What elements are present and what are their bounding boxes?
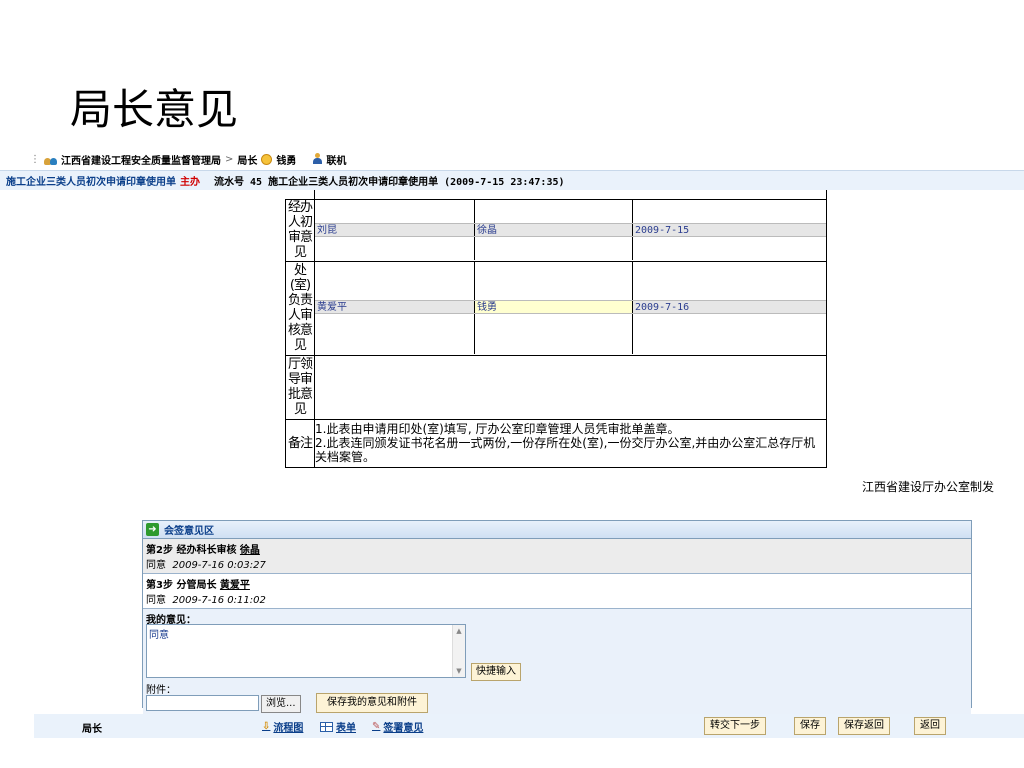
user-face-icon	[261, 153, 273, 165]
form-top-strip	[285, 190, 827, 200]
panel-header: ➜ 会签意见区	[143, 521, 971, 539]
note-line-2: 2.此表连同颁发证书花名册一式两份,一份存所在处(室),一份交厅办公室,并由办公…	[315, 436, 816, 464]
online-status[interactable]: 联机	[326, 152, 346, 167]
approval-form-table: 经办人初审意见 刘昆 徐晶 2009-7-15 处(室)负责人审核意见 黄爱平 …	[285, 190, 827, 468]
issuer-footnote: 江西省建设厅办公室制发	[862, 480, 995, 494]
document-role-badge: 主办	[180, 177, 200, 188]
document-header-bar: 施工企业三类人员初次申请印章使用单 主办 流水号 45 施工企业三类人员初次申请…	[0, 170, 1024, 190]
toolbar-role: 局长	[82, 724, 102, 735]
my-opinion-section: 我的意见： 同意 ▲ ▼ 快捷输入 附件： 浏览... 保存我的意见和附件	[143, 609, 971, 717]
scroll-up-icon[interactable]: ▲	[453, 625, 465, 637]
step-title: 第3步 分管局长	[146, 580, 220, 591]
step-agree: 同意	[146, 595, 166, 606]
breadcrumb-role[interactable]: 局长	[237, 152, 257, 167]
back-button[interactable]: 返回	[914, 717, 946, 735]
flowchart-label: 流程图	[273, 723, 304, 734]
breadcrumb-separator: >	[225, 153, 234, 165]
signature-row: 黄爱平 钱勇 2009-7-16	[315, 300, 826, 314]
bottom-toolbar: 局长 ⇩ 流程图 表单 ✎ 签署意见 转交下一步 保存 保存返回 返回	[34, 714, 1024, 738]
handler-name: 刘昆	[315, 224, 475, 236]
table-icon	[320, 721, 333, 732]
step-person[interactable]: 徐晶	[240, 545, 260, 556]
organization-icon	[44, 154, 57, 165]
next-step-button[interactable]: 转交下一步	[704, 717, 766, 735]
document-serial: 流水号 45 施工企业三类人员初次申请印章使用单 (2009-7-15 23:4…	[214, 177, 565, 188]
textarea-scrollbar[interactable]: ▲ ▼	[452, 625, 465, 677]
sign-opinion-link[interactable]: ✎ 签署意见	[372, 719, 423, 734]
form-row-dept-review: 处(室)负责人审核意见 黄爱平 钱勇 2009-7-16	[285, 260, 827, 356]
sign-opinion-label: 签署意见	[383, 723, 424, 734]
pen-icon: ✎	[372, 721, 381, 732]
save-return-button[interactable]: 保存返回	[838, 717, 890, 735]
form-row-leader-approval: 厅领导审批意见	[285, 354, 827, 420]
notes-label: 备注	[285, 418, 315, 468]
step-person[interactable]: 黄爱平	[220, 580, 250, 591]
step-title: 第2步 经办科长审核	[146, 545, 240, 556]
form-link[interactable]: 表单	[320, 719, 356, 734]
form-row-initial-review: 经办人初审意见 刘昆 徐晶 2009-7-15	[285, 198, 827, 262]
countersign-panel: ➜ 会签意见区 第2步 经办科长审核 徐晶 同意 2009-7-16 0:03:…	[142, 520, 972, 717]
step-record: 第2步 经办科长审核 徐晶 同意 2009-7-16 0:03:27	[143, 539, 971, 574]
note-line-1: 1.此表由申请用印处(室)填写, 厅办公室印章管理人员凭审批单盖章。	[315, 422, 680, 436]
breadcrumb: ⋮ 江西省建设工程安全质量监督管理局 > 局长 钱勇 联机	[30, 151, 346, 167]
save-button[interactable]: 保存	[794, 717, 826, 735]
scroll-down-icon[interactable]: ▼	[453, 665, 465, 677]
quick-input-button[interactable]: 快捷输入	[471, 663, 521, 681]
attachment-label: 附件：	[146, 685, 176, 696]
handler-name: 黄爱平	[315, 301, 475, 313]
sign-date: 2009-7-15	[635, 225, 690, 236]
step-agree: 同意	[146, 560, 166, 571]
sign-date: 2009-7-16	[635, 302, 690, 313]
signer-name[interactable]: 钱勇	[475, 301, 633, 313]
signer-name: 徐晶	[475, 224, 633, 236]
step-time: 2009-7-16 0:03:27	[172, 560, 266, 571]
attachment-file-input[interactable]	[146, 695, 259, 711]
slide-title: 局长意见	[70, 85, 239, 134]
my-opinion-textarea[interactable]: 同意 ▲ ▼	[146, 624, 466, 678]
signature-row: 刘昆 徐晶 2009-7-15	[315, 223, 826, 237]
flowchart-icon: ⇩	[262, 721, 271, 732]
online-status-icon	[312, 153, 323, 165]
form-label: 表单	[336, 723, 356, 734]
arrow-right-icon: ➜	[146, 523, 159, 536]
my-opinion-text: 同意	[149, 630, 169, 641]
row-label: 处(室)负责人审核意见	[285, 260, 315, 356]
leader-approval-cell	[314, 354, 827, 420]
form-row-notes: 备注 1.此表由申请用印处(室)填写, 厅办公室印章管理人员凭审批单盖章。 2.…	[285, 418, 827, 468]
step-record: 第3步 分管局长 黄爱平 同意 2009-7-16 0:11:02	[143, 574, 971, 609]
step-time: 2009-7-16 0:11:02	[172, 595, 266, 606]
flowchart-link[interactable]: ⇩ 流程图	[262, 719, 303, 734]
breadcrumb-org[interactable]: 江西省建设工程安全质量监督管理局	[61, 152, 221, 167]
panel-title: 会签意见区	[164, 526, 214, 537]
browse-button[interactable]: 浏览...	[261, 695, 301, 713]
document-name: 施工企业三类人员初次申请印章使用单	[6, 177, 176, 188]
drag-dots-icon: ⋮	[30, 153, 40, 165]
save-opinion-button[interactable]: 保存我的意见和附件	[316, 693, 428, 713]
row-label: 厅领导审批意见	[285, 354, 315, 420]
current-user: 钱勇	[276, 155, 297, 167]
row-label: 经办人初审意见	[285, 198, 315, 262]
